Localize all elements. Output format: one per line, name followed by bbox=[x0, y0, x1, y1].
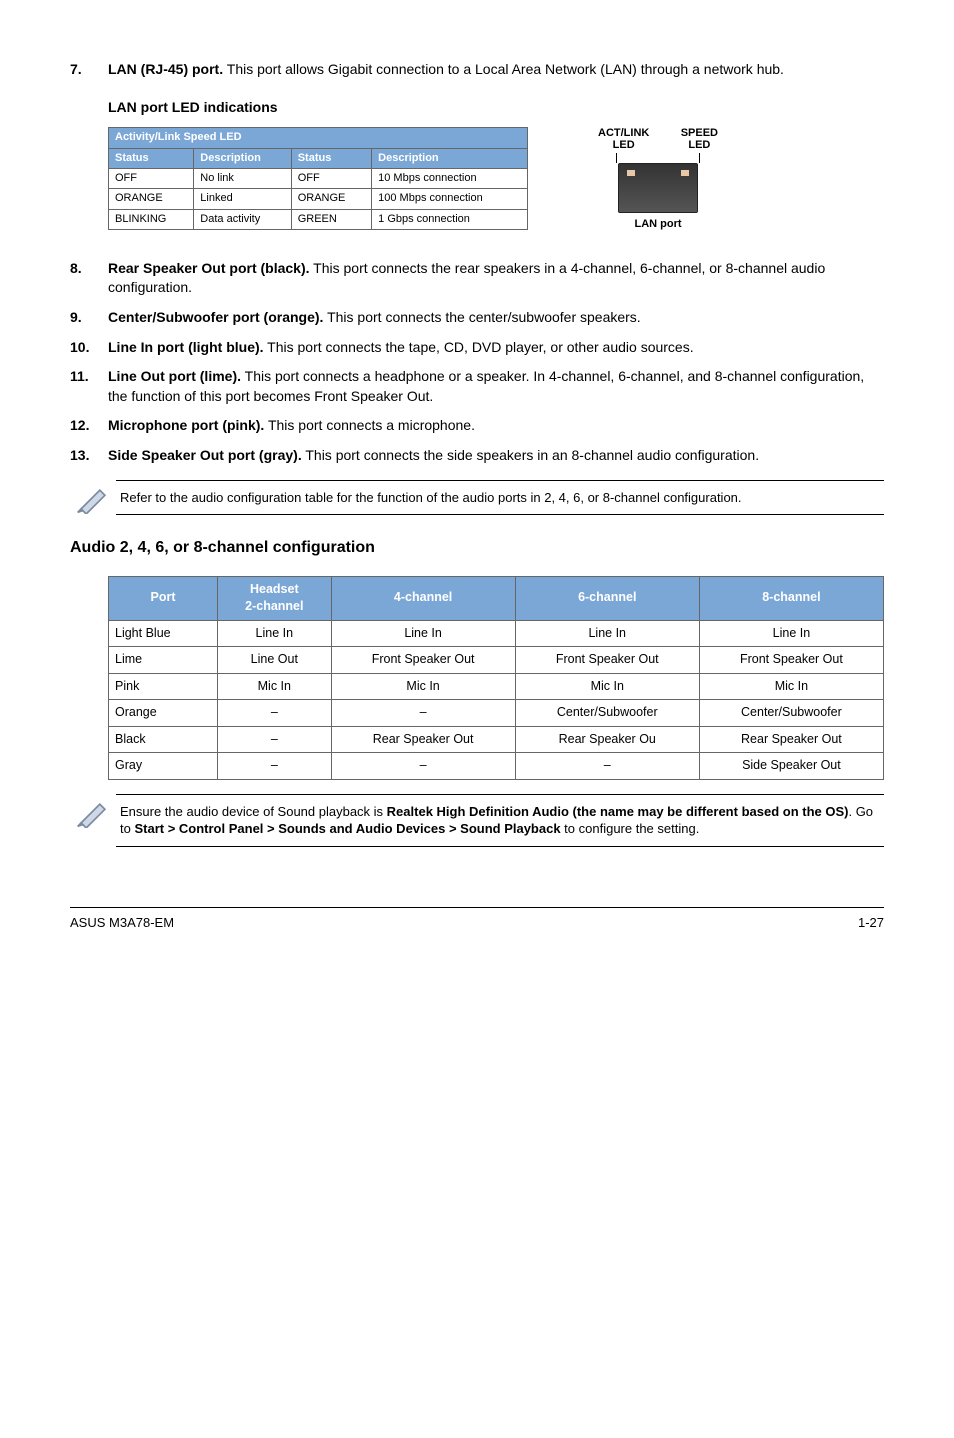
item-title: Line Out port (lime). bbox=[108, 368, 241, 384]
table-row: Black–Rear Speaker OutRear Speaker OuRea… bbox=[109, 726, 884, 753]
item-title: Line In port (light blue). bbox=[108, 339, 264, 355]
item-number: 9. bbox=[70, 308, 108, 328]
pencil-note-icon bbox=[70, 480, 116, 520]
table-row: OFF No link OFF 10 Mbps connection bbox=[109, 168, 528, 188]
col-header: Headset2-channel bbox=[218, 576, 331, 620]
page-footer: ASUS M3A78-EM 1-27 bbox=[70, 907, 884, 932]
col-header: 4-channel bbox=[331, 576, 515, 620]
audio-config-heading: Audio 2, 4, 6, or 8-channel configuratio… bbox=[70, 537, 884, 559]
lan-led-heading: LAN port LED indications bbox=[108, 98, 884, 118]
table-row: Gray–––Side Speaker Out bbox=[109, 753, 884, 780]
item-text: This port connects the side speakers in … bbox=[302, 447, 759, 463]
footer-right: 1-27 bbox=[858, 914, 884, 932]
item-title: Side Speaker Out port (gray). bbox=[108, 447, 302, 463]
diag-caption: LAN port bbox=[598, 217, 718, 232]
list-item-13: 13. Side Speaker Out port (gray). This p… bbox=[70, 446, 884, 466]
note-audio-config: Refer to the audio configuration table f… bbox=[70, 480, 884, 520]
lan-port-diagram: ACT/LINKLED SPEEDLED LAN port bbox=[598, 127, 718, 233]
item-number: 7. bbox=[70, 60, 108, 80]
table-row: Light BlueLine InLine InLine InLine In bbox=[109, 620, 884, 647]
lan-info-row: Activity/Link Speed LED Status Descripti… bbox=[108, 127, 884, 233]
item-number: 13. bbox=[70, 446, 108, 466]
col-header: Status bbox=[291, 148, 371, 168]
col-header: Description bbox=[372, 148, 528, 168]
item-title: Microphone port (pink). bbox=[108, 417, 264, 433]
pencil-note-icon bbox=[70, 794, 116, 834]
table-row: ORANGE Linked ORANGE 100 Mbps connection bbox=[109, 189, 528, 209]
item-number: 8. bbox=[70, 259, 108, 298]
item-text: This port allows Gigabit connection to a… bbox=[223, 61, 784, 77]
item-number: 12. bbox=[70, 416, 108, 436]
diag-label: LED bbox=[688, 139, 710, 151]
table-row: LimeLine OutFront Speaker OutFront Speak… bbox=[109, 647, 884, 674]
col-header: Status bbox=[109, 148, 194, 168]
item-number: 10. bbox=[70, 338, 108, 358]
item-title: Center/Subwoofer port (orange). bbox=[108, 309, 323, 325]
item-text: This port connects a microphone. bbox=[264, 417, 475, 433]
item-number: 11. bbox=[70, 367, 108, 406]
item-body: LAN (RJ-45) port. This port allows Gigab… bbox=[108, 60, 884, 80]
list-item-11: 11. Line Out port (lime). This port conn… bbox=[70, 367, 884, 406]
note-text: Ensure the audio device of Sound playbac… bbox=[116, 794, 884, 847]
list-item-9: 9. Center/Subwoofer port (orange). This … bbox=[70, 308, 884, 328]
list-item-10: 10. Line In port (light blue). This port… bbox=[70, 338, 884, 358]
col-header: Port bbox=[109, 576, 218, 620]
audio-config-table: Port Headset2-channel 4-channel 6-channe… bbox=[108, 576, 884, 780]
lan-led-table: Activity/Link Speed LED Status Descripti… bbox=[108, 127, 528, 230]
item-text: This port connects the tape, CD, DVD pla… bbox=[264, 339, 694, 355]
item-title: LAN (RJ-45) port. bbox=[108, 61, 223, 77]
table-row: PinkMic InMic InMic InMic In bbox=[109, 673, 884, 700]
item-title: Rear Speaker Out port (black). bbox=[108, 260, 310, 276]
note-text: Refer to the audio configuration table f… bbox=[116, 480, 884, 516]
footer-left: ASUS M3A78-EM bbox=[70, 914, 174, 932]
lan-table-title: Activity/Link Speed LED bbox=[109, 128, 528, 148]
col-header: 8-channel bbox=[699, 576, 883, 620]
lan-port-icon bbox=[618, 163, 698, 213]
col-header: 6-channel bbox=[515, 576, 699, 620]
note-sound-playback: Ensure the audio device of Sound playbac… bbox=[70, 794, 884, 847]
col-header: Description bbox=[194, 148, 291, 168]
list-item-8: 8. Rear Speaker Out port (black). This p… bbox=[70, 259, 884, 298]
list-item-12: 12. Microphone port (pink). This port co… bbox=[70, 416, 884, 436]
diag-label: SPEED bbox=[681, 127, 718, 139]
table-row: Orange––Center/SubwooferCenter/Subwoofer bbox=[109, 700, 884, 727]
list-item-7: 7. LAN (RJ-45) port. This port allows Gi… bbox=[70, 60, 884, 80]
table-row: BLINKING Data activity GREEN 1 Gbps conn… bbox=[109, 209, 528, 229]
diag-label: ACT/LINK bbox=[598, 127, 649, 139]
item-text: This port connects the center/subwoofer … bbox=[323, 309, 640, 325]
diag-label: LED bbox=[613, 139, 635, 151]
